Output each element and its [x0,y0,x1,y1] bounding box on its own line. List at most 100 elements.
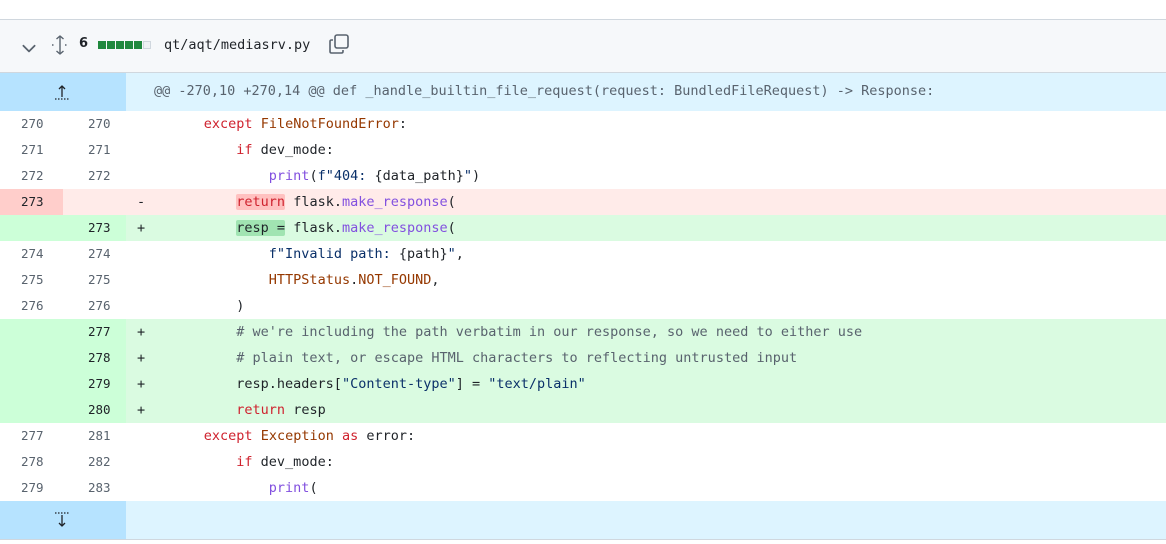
old-line-number-text: 273 [21,194,44,209]
old-line-number-text: 278 [21,454,44,469]
code-token: f"404: [317,168,375,184]
diff-line-ctx: 278 282 if dev_mode: [0,449,1166,475]
old-line-number[interactable]: 278 [0,449,63,475]
code-text: if dev_mode: [155,449,334,475]
diff-line-add: 278 + # plain text, or escape HTML charac… [0,345,1166,371]
old-line-number[interactable] [0,215,63,241]
old-line-number-text: 272 [21,168,44,183]
code-token: NOT_FOUND [358,272,432,288]
code-token: : [398,116,408,132]
new-line-number-text: 283 [88,480,111,495]
old-line-number[interactable]: 279 [0,475,63,501]
new-line-number[interactable]: 275 [63,267,126,293]
code-token: . [350,272,359,288]
old-line-number[interactable] [0,397,63,423]
new-line-number[interactable]: 273 [63,215,126,241]
code-token: except [203,116,253,132]
old-line-number[interactable]: 273 [0,189,63,215]
expand-down-icon[interactable] [52,510,72,530]
new-line-number[interactable]: 280 [63,397,126,423]
diff-line-ctx: 271 271 if dev_mode: [0,137,1166,163]
new-line-number[interactable]: 271 [63,137,126,163]
old-line-number-text: 270 [21,116,44,131]
new-line-number-text: 276 [88,298,111,313]
diff-line-ctx: 276 276 ) [0,293,1166,319]
code-text: except Exception as error: [155,423,415,449]
old-line-number[interactable] [0,319,63,345]
new-line-number[interactable]: 278 [63,345,126,371]
diff-line-add: 273 + resp = flask.make_response( [0,215,1166,241]
expand-down-gutter[interactable] [0,501,126,539]
code-token: " [463,168,473,184]
new-line-number[interactable]: 276 [63,293,126,319]
diff-marker: + [137,350,146,366]
code-text: except FileNotFoundError: [155,111,407,137]
code-token: ( [309,480,318,496]
hunk-header-text: @@ -270,10 +270,14 @@ def _handle_builti… [154,83,935,99]
code-token: f"Invalid path: [268,246,399,262]
new-line-number[interactable]: 282 [63,449,126,475]
new-line-number[interactable]: 270 [63,111,126,137]
new-line-number[interactable]: 274 [63,241,126,267]
code-text: f"Invalid path: {path}", [155,241,464,267]
old-line-number[interactable]: 275 [0,267,63,293]
code-token: # plain text, or escape HTML characters … [236,350,798,366]
code-token: "Content-type" [341,376,456,392]
code-token: # we're including the path verbatim in o… [236,324,863,340]
new-line-number[interactable]: 281 [63,423,126,449]
old-line-number[interactable]: 271 [0,137,63,163]
old-line-number[interactable]: 277 [0,423,63,449]
unfold-icon[interactable] [50,34,70,56]
changes-count: 6 [79,36,89,51]
expand-up-gutter[interactable] [0,73,126,111]
copy-icon[interactable] [328,33,350,55]
diff-line-ctx: 275 275 HTTPStatus.NOT_FOUND, [0,267,1166,293]
diffstat-block [107,41,115,49]
code-token: "text/plain" [488,376,586,392]
expand-up-icon[interactable] [52,82,72,102]
old-line-number[interactable] [0,345,63,371]
new-line-number[interactable]: 277 [63,319,126,345]
old-line-number-text: 275 [21,272,44,287]
chevron-down-icon[interactable] [20,39,38,57]
code-token: HTTPStatus [268,272,351,288]
new-line-number[interactable]: 283 [63,475,126,501]
new-line-number[interactable]: 272 [63,163,126,189]
old-line-number[interactable]: 272 [0,163,63,189]
code-token: dev_mode: [252,454,334,470]
old-line-number[interactable]: 274 [0,241,63,267]
new-line-number-text: 277 [88,324,111,339]
old-line-number[interactable]: 270 [0,111,63,137]
code-text: # plain text, or escape HTML characters … [155,345,797,371]
old-line-number[interactable]: 276 [0,293,63,319]
new-line-number-text: 274 [88,246,111,261]
code-token: FileNotFoundError [260,116,399,132]
old-line-number-text: 274 [21,246,44,261]
code-token: ] = [455,376,489,392]
old-line-number[interactable] [0,371,63,397]
code-token: ) [155,298,245,314]
code-text: return flask.make_response( [155,189,456,215]
new-line-number[interactable]: 279 [63,371,126,397]
diff-marker: + [137,220,146,236]
code-token: Exception [260,428,334,444]
code-token: " [447,246,456,262]
file-path[interactable]: qt/aqt/mediasrv.py [164,37,310,53]
old-line-number-text: 271 [21,142,44,157]
code-token: resp = [236,220,286,236]
code-token: {path} [398,246,448,262]
code-token: flask. [285,220,342,236]
bottom-border [0,539,1166,540]
diff-marker: - [137,194,146,210]
diff-marker: + [137,402,146,418]
code-token: if [236,454,253,470]
diff-line-ctx: 270 270 except FileNotFoundError: [0,111,1166,137]
code-token: return [236,402,286,418]
new-line-number[interactable] [63,189,126,215]
diffstat-block [116,41,124,49]
code-token: make_response [341,194,448,210]
